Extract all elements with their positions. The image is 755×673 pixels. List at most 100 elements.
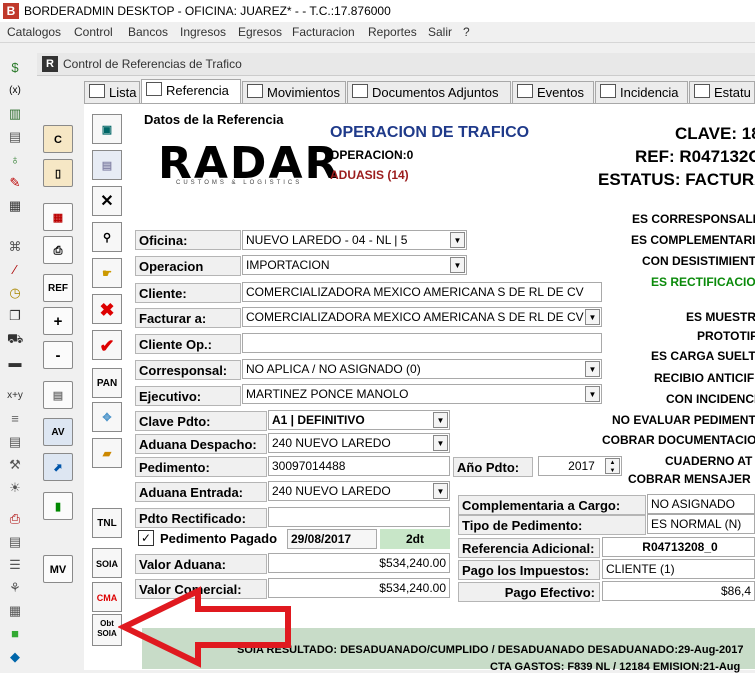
formula-icon[interactable]: (x) [7,83,23,99]
pan-button[interactable]: PAN [92,368,122,398]
flag-prototipo: PROTOTIF [697,329,755,343]
pedimento-pagado-checkbox[interactable]: ✓ [138,530,154,546]
menu-bancos[interactable]: Bancos [128,25,168,39]
tipo-pedimento-select[interactable]: ES NORMAL (N) [647,514,755,534]
print-button[interactable]: ⎙ [43,236,73,264]
calendar-button[interactable]: ▦ [43,203,73,231]
tab-incidencia[interactable]: Incidencia [595,81,688,103]
tab-referencia[interactable]: Referencia [141,79,241,104]
menu-egresos[interactable]: Egresos [238,25,282,39]
chevron-down-icon[interactable]: ▼ [450,232,465,248]
av-button[interactable]: AV [43,418,73,446]
operacion-select[interactable]: IMPORTACION ▼ [242,255,467,275]
knife-icon[interactable]: ⁄ [7,262,23,278]
search-button[interactable]: ⚲ [92,222,122,252]
corresponsal-select[interactable]: NO APLICA / NO ASIGNADO (0) ▼ [242,359,602,379]
pen-icon[interactable]: ✎ [7,175,23,191]
menu-facturacion[interactable]: Facturacion [292,25,355,39]
money-bag-icon[interactable]: $ [7,60,23,76]
pago-efectivo-field[interactable]: $86,4 [602,581,755,601]
tab-movimientos[interactable]: Movimientos [242,81,346,103]
chart-icon[interactable]: ▦ [7,603,23,619]
chevron-down-icon[interactable]: ▼ [585,309,600,325]
chevron-down-icon[interactable]: ▼ [433,435,448,451]
xy-icon[interactable]: x+y [7,388,23,404]
network-icon[interactable]: ⌘ [7,239,23,255]
notes-icon[interactable]: ▤ [7,434,23,450]
tab-estatus[interactable]: Estatu [689,81,755,103]
calculator-icon[interactable]: ▦ [7,198,23,214]
delete-button[interactable]: ✖ [92,294,122,324]
transfer-button[interactable]: ✥ [92,402,122,432]
chevron-down-icon[interactable]: ▼ [585,386,600,402]
tree-icon[interactable]: ⚘ [7,580,23,596]
mv-button[interactable]: MV [43,555,73,583]
cancel-button[interactable]: ✕ [92,186,122,216]
cash-bag-icon[interactable]: ♁ [7,152,23,168]
soia-button[interactable]: SOIA [92,548,122,578]
document-money-icon[interactable]: ▤ [7,129,23,145]
facturar-select[interactable]: COMERCIALIZADORA MEXICO AMERICANA S DE R… [242,307,602,327]
aduana-entrada-select[interactable]: 240 NUEVO LAREDO ▼ [268,481,450,501]
exit-door-button[interactable]: ▮ [43,492,73,520]
cliente-field[interactable]: COMERCIALIZADORA MEXICO AMERICANA S DE R… [242,282,602,302]
pago-impuestos-select[interactable]: CLIENTE (1) [602,559,755,579]
printer-icon[interactable]: ⎙ [7,511,23,527]
cube-icon[interactable]: ◆ [7,649,23,665]
menu-control[interactable]: Control [74,25,113,39]
report-icon[interactable]: ▤ [7,534,23,550]
cliente-op-field[interactable] [242,333,602,353]
valor-aduana-field[interactable]: $534,240.00 [268,553,450,573]
chevron-down-icon[interactable]: ▼ [450,257,465,273]
ledger-icon[interactable]: ▥ [7,106,23,122]
pedimento-pagado-date[interactable]: 29/08/2017 [287,529,377,549]
truck-icon[interactable]: ⛟ [7,331,23,347]
chevron-down-icon[interactable]: ▼ [433,412,448,428]
add-button[interactable]: + [43,307,73,335]
list-icon[interactable]: ☰ [7,557,23,573]
save-button[interactable]: ▤ [92,150,122,180]
anio-pdto-spinner[interactable]: 2017 ▲ ▼ [538,456,622,476]
ref-button[interactable]: REF [43,274,73,302]
pedimento-pagado-label: Pedimento Pagado [160,531,278,546]
tnl-button[interactable]: TNL [92,508,122,538]
flag-es-carga-suelta: ES CARGA SUELT [651,349,755,363]
tab-lista[interactable]: Lista [84,81,140,103]
aduana-despacho-select[interactable]: 240 NUEVO LAREDO ▼ [268,433,450,453]
notepad-button[interactable]: ▤ [43,381,73,409]
remove-button[interactable]: - [43,341,73,369]
menu-ingresos[interactable]: Ingresos [180,25,226,39]
new-doc-button[interactable]: ▣ [92,114,122,144]
package-icon[interactable]: ■ [7,626,23,642]
menu-help[interactable]: ? [463,25,470,39]
menu-salir[interactable]: Salir [428,25,452,39]
ejecutivo-select[interactable]: MARTINEZ PONCE MANOLO ▼ [242,384,602,404]
tab-eventos[interactable]: Eventos [512,81,594,103]
chevron-down-icon[interactable]: ▼ [585,361,600,377]
oficina-select[interactable]: NUEVO LAREDO - 04 - NL | 5 ▼ [242,230,467,250]
folder-button[interactable]: ▰ [92,438,122,468]
clave-pdto-select[interactable]: A1 | DEFINITIVO ▼ [268,410,450,430]
bug-icon[interactable]: ☀ [7,480,23,496]
truck2-icon[interactable]: ▬ [7,355,23,371]
menu-catalogos[interactable]: Catalogos [7,25,61,39]
ref-adicional-field[interactable]: R04713208_0 [602,537,755,557]
pdto-rectificado-field[interactable] [268,507,450,527]
pedimento-field[interactable]: 30097014488 [268,456,450,476]
tools-icon[interactable]: ⚒ [7,457,23,473]
clock-icon[interactable]: ◷ [7,285,23,301]
menu-reportes[interactable]: Reportes [368,25,417,39]
database-icon[interactable]: ≡ [7,411,23,427]
copy-icon[interactable]: ❐ [7,308,23,324]
cliente-label: Cliente: [135,283,241,303]
export-button[interactable]: ⬈ [43,453,73,481]
scroll-button[interactable]: ▯ [43,159,73,187]
chevron-down-icon[interactable]: ▼ [433,483,448,499]
spinner-arrows-icon[interactable]: ▲ ▼ [605,458,620,474]
pedimento-value: 30097014488 [272,459,346,473]
c-button[interactable]: C [43,125,73,153]
tab-documentos-adjuntos[interactable]: Documentos Adjuntos [347,81,511,103]
check-button[interactable]: ✔ [92,330,122,360]
complementaria-select[interactable]: NO ASIGNADO [647,494,755,514]
edit-button[interactable]: ☛ [92,258,122,288]
